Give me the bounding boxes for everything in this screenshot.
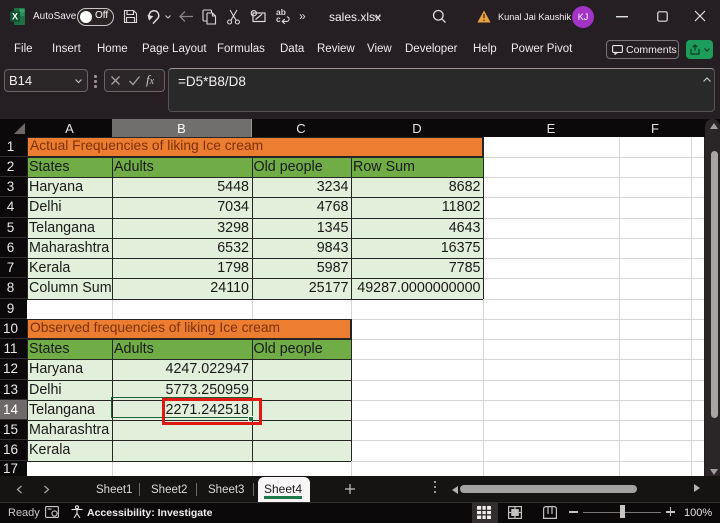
svg-text:X: X: [12, 12, 18, 22]
